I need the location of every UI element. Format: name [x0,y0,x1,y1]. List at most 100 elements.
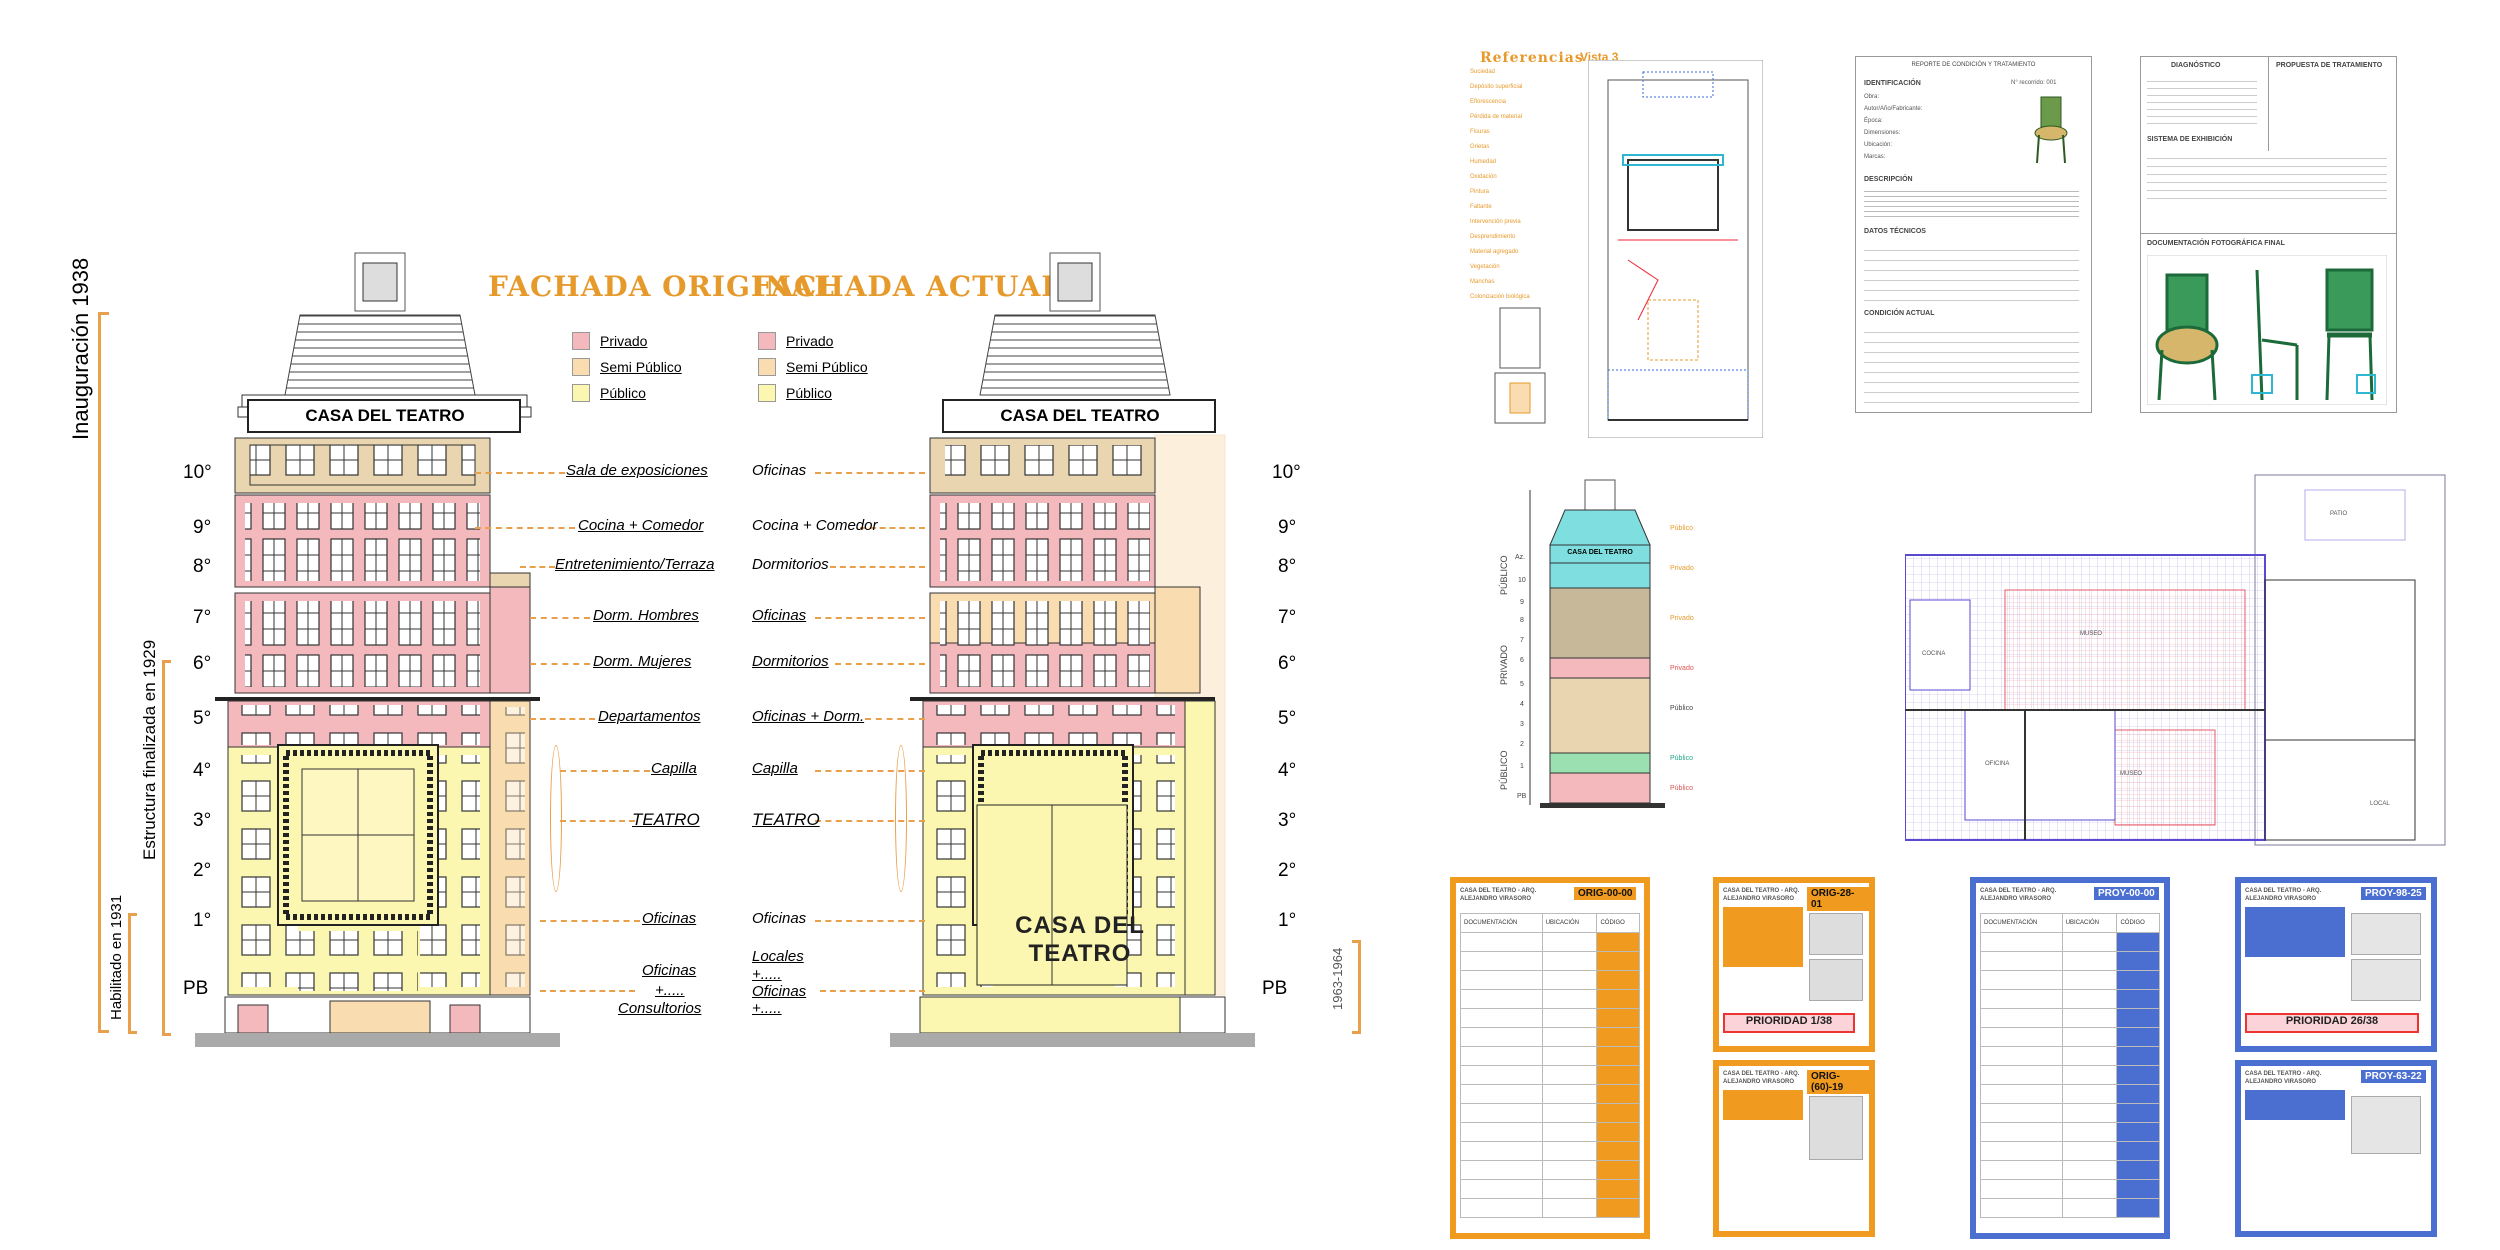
referencias-panel: Referencias Vista 3 Suciedad Depósito su… [1470,50,1770,440]
elev-floor-label: 1 [1520,763,1524,770]
table-row [1460,1122,1640,1142]
table-row [1980,970,2160,990]
use-label: Dorm. Hombres [593,607,699,624]
table-row [1460,970,1640,990]
report-text-block [1864,187,2079,217]
use-label: Departamentos [598,708,701,725]
ref-item: Pérdida de material [1470,114,1523,120]
table-row [1980,1122,2160,1142]
report-field: Obra: [1864,94,1880,100]
svg-text:Público: Público [1670,705,1693,712]
leader-line [815,820,925,822]
inventory-card-orig-00-00: CASA DEL TEATRO - ARQ. ALEJANDRO VIRASOR… [1450,877,1650,1239]
use-label: Cocina + Comedor [752,517,878,534]
use-label: Cocina + Comedor [578,517,704,534]
floor-label: PB [183,978,209,999]
leader-line [540,920,640,922]
report-descripcion: DESCRIPCIÓN [1864,176,1913,183]
table-row [1980,1084,2160,1104]
elev-floor-label: 7 [1520,637,1524,644]
use-label: Oficinas + Dorm. [752,708,865,725]
inventory-card-proy-98-25: CASA DEL TEATRO - ARQ. ALEJANDRO VIRASOR… [2235,877,2437,1052]
leader-line [815,920,925,922]
ref-item: Intervención previa [1470,219,1521,225]
sign-original: CASA DEL TEATRO [305,406,465,425]
use-label: Dormitorios [752,653,829,670]
ref-item: Eflorescencia [1470,99,1507,105]
table-row [1980,1160,2160,1180]
floor-label: 3° [1278,810,1297,831]
use-label: TEATRO [752,810,820,829]
leader-line [530,663,590,665]
inventory-card-proy-63-22: CASA DEL TEATRO - ARQ. ALEJANDRO VIRASOR… [2235,1060,2437,1237]
card-header: CASA DEL TEATRO - ARQ. ALEJANDRO VIRASOR… [1460,888,1537,902]
floor-label: 6° [193,653,212,674]
rango-bracket [1352,940,1361,1034]
card-data-block [1723,907,1803,967]
table-row [1460,1141,1640,1161]
leader-line [830,566,925,568]
svg-text:Privado: Privado [1670,665,1694,672]
ref-item: Oxidación [1470,174,1497,180]
floor-label: 6° [1278,653,1297,674]
leader-line [560,770,650,772]
rango-label: 1963-1964 [1330,947,1345,1010]
diag-col2: PROPUESTA DE TRATAMIENTO [2276,62,2383,69]
leader-line [560,820,635,822]
floor-label: 3° [193,810,212,831]
small-key-drawing [1494,307,1546,424]
floor-label: 5° [193,708,212,729]
plan-label: OFICINA [1985,761,2010,767]
card-data-block [1723,1090,1803,1120]
table-row [1980,1008,2160,1028]
col-header: UBICACIÓN [1541,913,1598,933]
card-photo [2351,1096,2421,1154]
use-label: Oficinas [642,910,697,927]
report-numero: N° recorrido: 001 [2011,80,2057,86]
priority-badge: PRIORIDAD 1/38 [1723,1013,1855,1033]
table-row [1980,1179,2160,1199]
table-row [1980,1046,2160,1066]
ref-item: Fisuras [1470,129,1490,135]
legend-item: Semi Público [758,354,868,380]
use-label: Dorm. Mujeres [593,653,692,670]
report-fields: Obra: Autor/Año/Fabricante: Época: Dimen… [1864,93,1922,165]
estructura-label: Estructura finalizada en 1929 [140,639,159,860]
ref-item: Vegetación [1470,264,1500,270]
use-label: Locales [752,948,804,965]
inventory-table: DOCUMENTACIÓN UBICACIÓN CÓDIGO [1460,913,1640,1218]
use-label: +..... [655,982,685,999]
diagnostico-panel: DIAGNÓSTICO PROPUESTA DE TRATAMIENTO SIS… [2140,56,2397,413]
card-photo [2351,959,2421,1001]
floor-label: 1° [1278,910,1297,931]
ref-item: Humedad [1470,159,1497,165]
use-label: Oficinas [752,983,807,1000]
diag-divider [2141,233,2396,234]
svg-text:Público: Público [1670,755,1693,762]
diag-sistema: SISTEMA DE EXHIBICIÓN [2147,136,2233,143]
ref-item: Depósito superficial [1470,84,1523,90]
card-photo [2351,913,2421,955]
card-header: CASA DEL TEATRO - ARQ. ALEJANDRO VIRASOR… [1723,1071,1800,1085]
plan-label: MUSEO [2120,771,2143,777]
habilitado-bracket [128,913,137,1034]
floor-label: 9° [1278,517,1297,538]
report-condicion: CONDICIÓN ACTUAL [1864,310,1935,317]
estructura-bracket [162,660,171,1036]
use-label: Oficinas [752,607,807,624]
table-row [1980,932,2160,952]
table-header-row: DOCUMENTACIÓN UBICACIÓN CÓDIGO [1460,913,1640,933]
table-row [1460,1198,1640,1218]
ref-item: Suciedad [1470,69,1496,75]
use-label: +..... [752,1000,782,1017]
table-row [1980,1065,2160,1085]
elev-floor-label: 3 [1520,721,1524,728]
table-row [1980,1027,2160,1047]
swatch-semi-publico [758,358,776,376]
card-photo [1809,913,1863,955]
table-row [1460,1084,1640,1104]
svg-text:Privado: Privado [1670,565,1694,572]
leader-line [815,770,925,772]
use-label: +..... [752,966,782,983]
card-header: CASA DEL TEATRO - ARQ. ALEJANDRO VIRASOR… [2245,888,2322,902]
